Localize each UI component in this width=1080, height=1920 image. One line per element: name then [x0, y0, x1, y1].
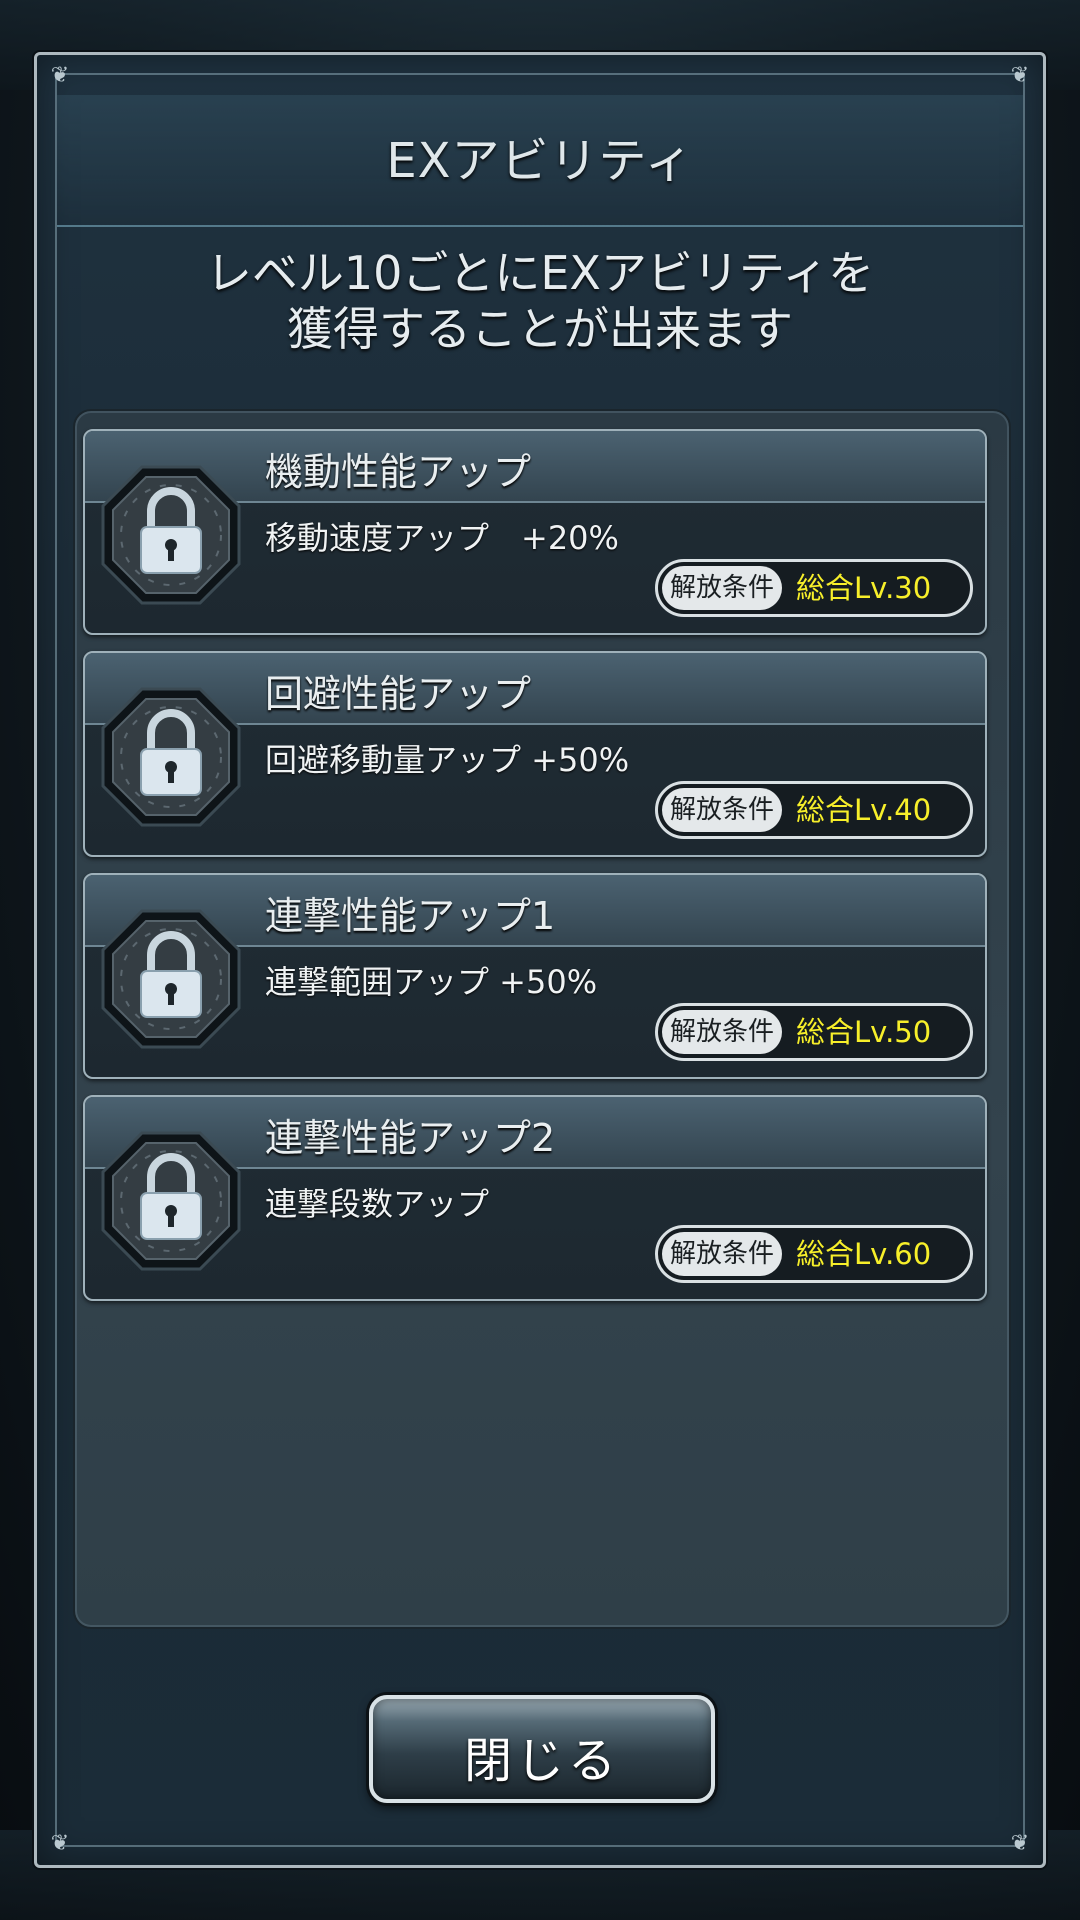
unlock-condition-label: 解放条件 [662, 1010, 782, 1054]
close-button[interactable]: 閉じる [369, 1695, 715, 1803]
dialog-title: EXアビリティ [386, 133, 694, 189]
unlock-condition-value: 総合Lv.60 [796, 1237, 932, 1271]
unlock-condition-value: 総合Lv.40 [796, 793, 932, 827]
ability-name: 連撃性能アップ1 [265, 894, 556, 938]
unlock-condition: 解放条件 総合Lv.40 [655, 781, 973, 839]
ex-ability-dialog: ❦ ❦ ❦ ❦ EXアビリティ レベル10ごとにEXアビリティを 獲得することが… [34, 52, 1046, 1868]
corner-ornament-icon: ❦ [50, 1831, 70, 1856]
ability-name: 機動性能アップ [265, 450, 532, 494]
dialog-description: レベル10ごとにEXアビリティを 獲得することが出来ます [37, 245, 1043, 357]
unlock-condition: 解放条件 総合Lv.50 [655, 1003, 973, 1061]
unlock-condition-value: 総合Lv.50 [796, 1015, 932, 1049]
ability-effect: 連撃段数アップ [265, 1185, 490, 1223]
description-line: レベル10ごとにEXアビリティを [205, 246, 875, 300]
unlock-condition-label: 解放条件 [662, 566, 782, 610]
lock-icon [101, 1131, 241, 1271]
lock-icon [101, 465, 241, 605]
ability-card[interactable]: 機動性能アップ 移動速度アップ +20% 解放条件 総合Lv.30 [83, 429, 987, 635]
lock-icon [101, 687, 241, 827]
ability-card[interactable]: 回避性能アップ 回避移動量アップ +50% 解放条件 総合Lv.40 [83, 651, 987, 857]
ability-effect: 回避移動量アップ +50% [265, 741, 630, 779]
ability-name: 回避性能アップ [265, 672, 532, 716]
unlock-condition: 解放条件 総合Lv.30 [655, 559, 973, 617]
unlock-condition-label: 解放条件 [662, 788, 782, 832]
description-line: 獲得することが出来ます [287, 302, 793, 356]
unlock-condition: 解放条件 総合Lv.60 [655, 1225, 973, 1283]
ability-effect: 連撃範囲アップ +50% [265, 963, 598, 1001]
ability-effect: 移動速度アップ +20% [265, 519, 619, 557]
unlock-condition-value: 総合Lv.30 [796, 571, 932, 605]
ability-name: 連撃性能アップ2 [265, 1116, 556, 1160]
close-button-label: 閉じる [463, 1733, 620, 1789]
corner-ornament-icon: ❦ [50, 63, 70, 88]
corner-ornament-icon: ❦ [1010, 63, 1030, 88]
ability-card[interactable]: 連撃性能アップ2 連撃段数アップ 解放条件 総合Lv.60 [83, 1095, 987, 1301]
unlock-condition-label: 解放条件 [662, 1232, 782, 1276]
corner-ornament-icon: ❦ [1010, 1831, 1030, 1856]
ability-card[interactable]: 連撃性能アップ1 連撃範囲アップ +50% 解放条件 総合Lv.50 [83, 873, 987, 1079]
lock-icon [101, 909, 241, 1049]
